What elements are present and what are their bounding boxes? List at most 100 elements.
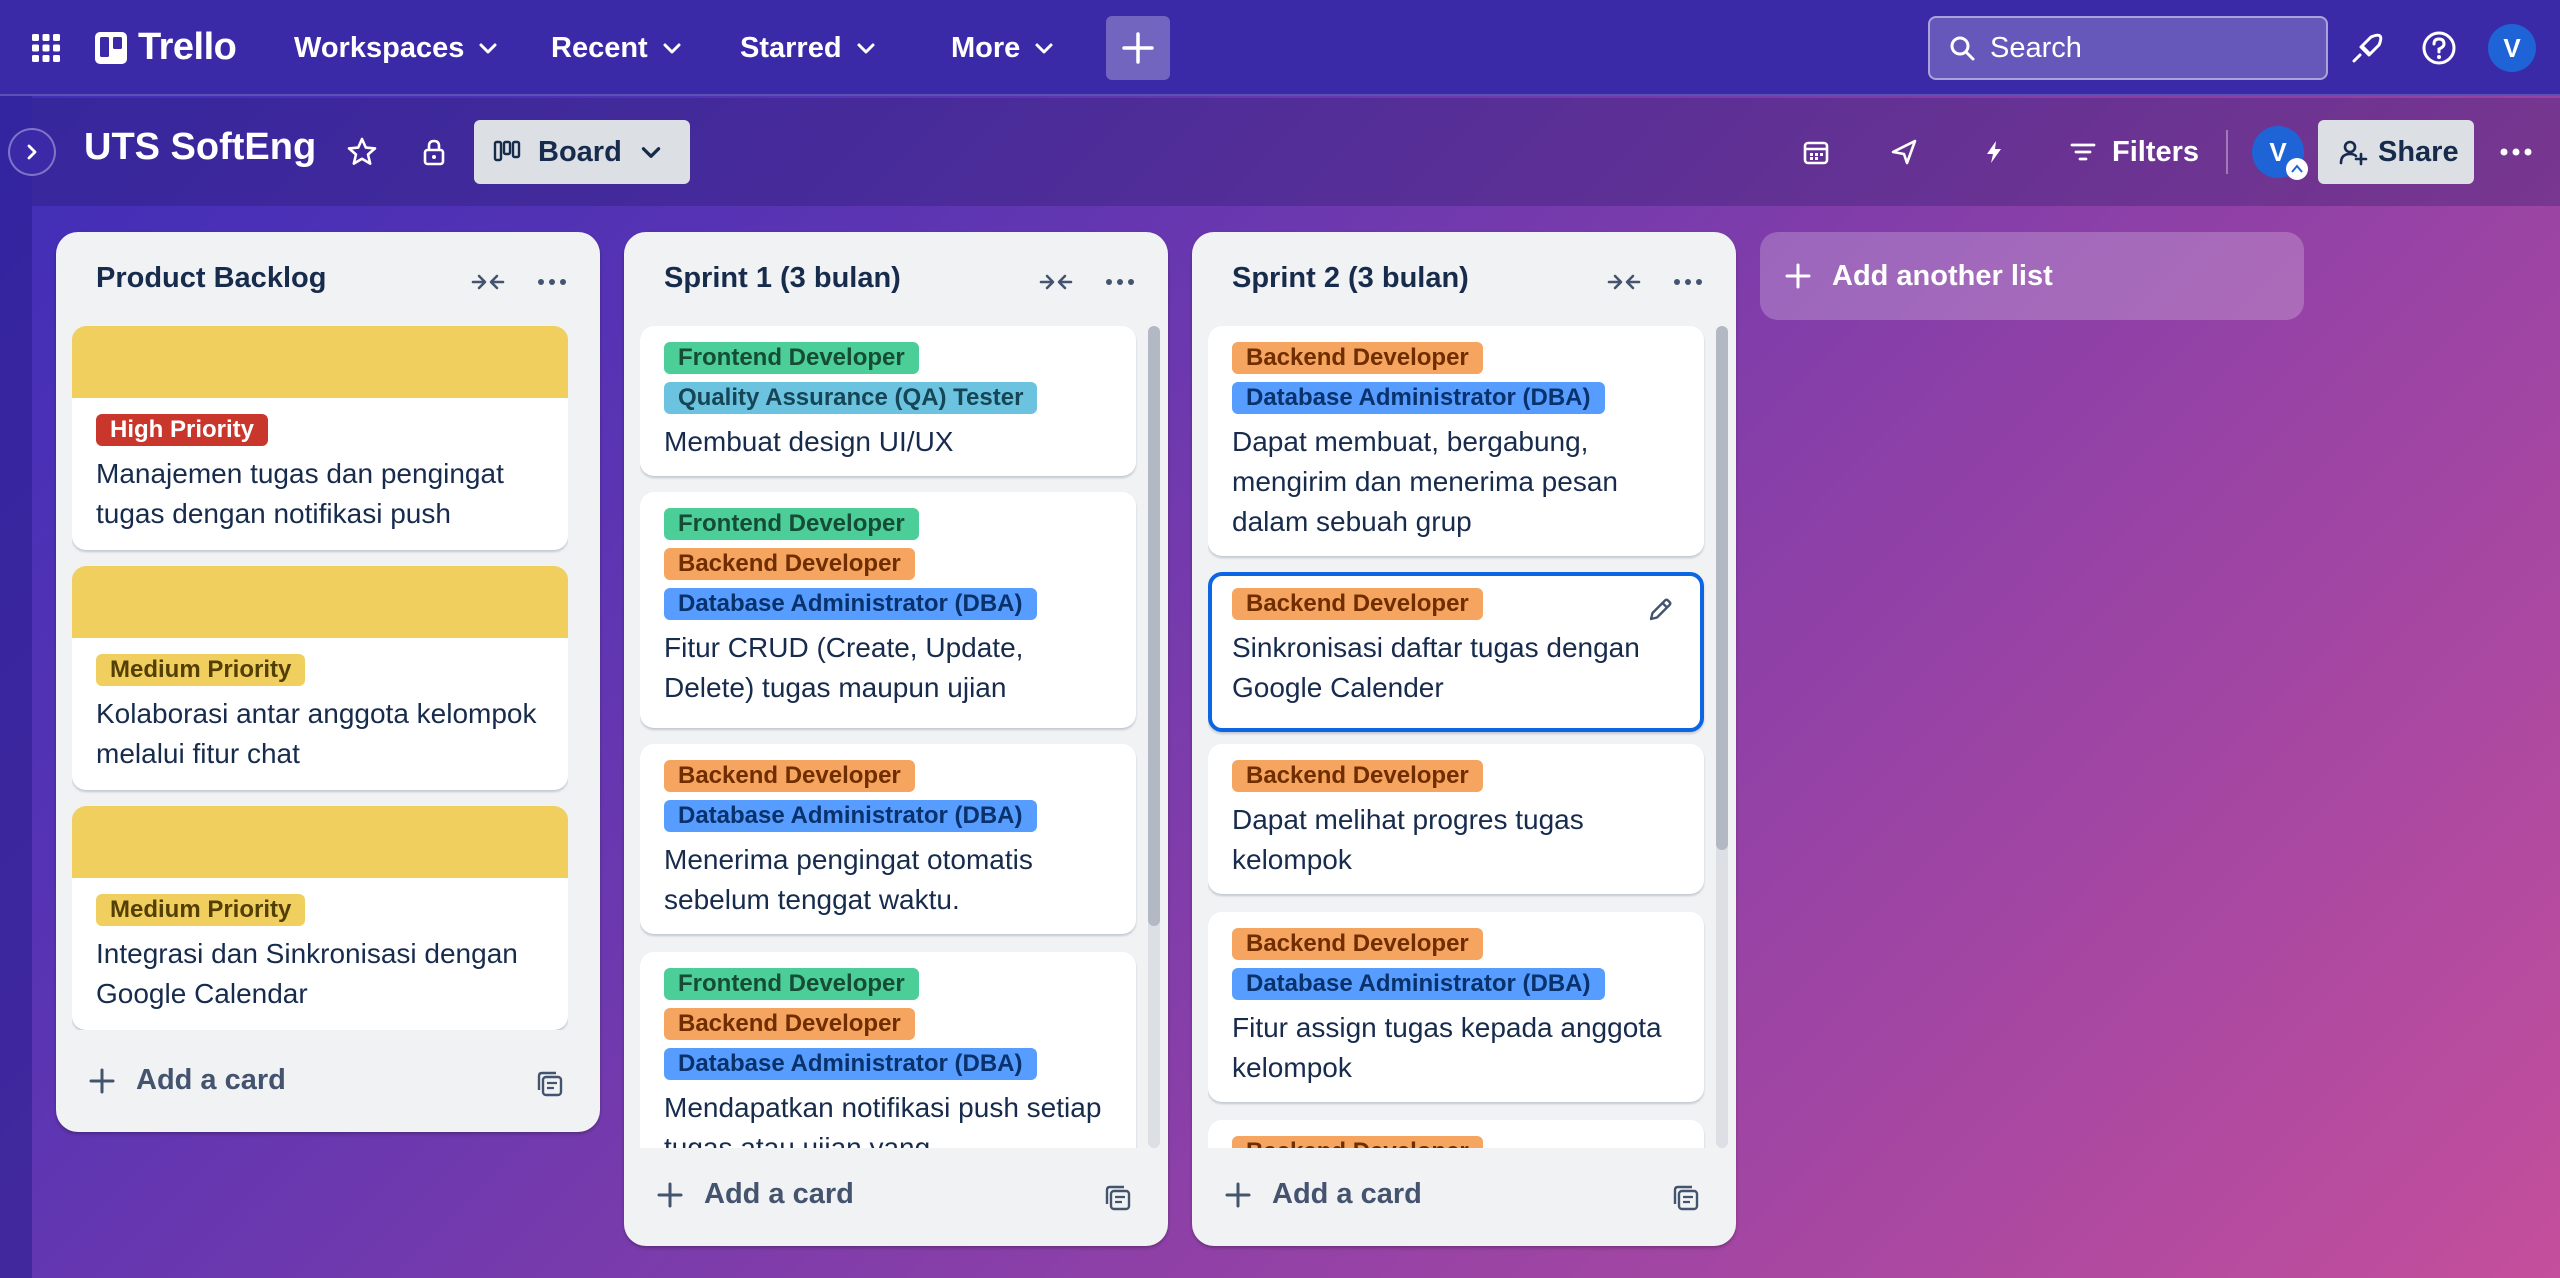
card-template-icon[interactable] [1672, 1184, 1708, 1220]
add-another-list-button[interactable]: Add another list [1760, 232, 2304, 320]
trello-logo-icon [95, 31, 127, 64]
card[interactable]: Backend Developer Dapat melihat progres … [1208, 744, 1704, 894]
label-database-administrator[interactable]: Database Administrator (DBA) [1232, 382, 1605, 414]
expand-sidebar-button[interactable] [8, 128, 56, 176]
search-input[interactable] [1990, 31, 2290, 65]
add-card-button[interactable]: Add a card [1224, 1178, 1422, 1211]
card[interactable]: Medium Priority Integrasi dan Sinkronisa… [72, 806, 568, 1030]
list-title[interactable]: Sprint 1 (3 bulan) [664, 262, 901, 295]
list-actions-icon[interactable] [1100, 262, 1140, 302]
scrollbar-thumb[interactable] [1716, 326, 1728, 850]
label-qa-tester[interactable]: Quality Assurance (QA) Tester [664, 382, 1038, 414]
help-icon[interactable] [2419, 28, 2459, 68]
label-backend-developer[interactable]: Backend Developer [1232, 928, 1483, 960]
chevron-down-icon [479, 43, 497, 54]
label-database-administrator[interactable]: Database Administrator (DBA) [664, 800, 1037, 832]
card-title: Membuat design UI/UX [664, 426, 954, 457]
collapse-list-icon[interactable] [468, 262, 508, 302]
plus-icon [89, 1068, 115, 1093]
card-selected[interactable]: Backend Developer Sinkronisasi daftar tu… [1208, 572, 1704, 732]
board-view-switcher[interactable]: Board [474, 120, 690, 184]
recent-label: Recent [551, 31, 648, 64]
card-template-icon[interactable] [536, 1070, 572, 1106]
filters-button[interactable]: Filters [2068, 124, 2199, 180]
label-high-priority[interactable]: High Priority [96, 414, 269, 446]
label-backend-developer[interactable]: Backend Developer [1232, 588, 1483, 620]
board-menu-icon[interactable] [2496, 132, 2536, 172]
plus-icon [1785, 263, 1811, 289]
power-ups-icon[interactable] [1884, 132, 1924, 172]
header-divider [2226, 130, 2228, 174]
card[interactable]: Backend Developer Database Administrator… [1208, 912, 1704, 1102]
calendar-powerup-icon[interactable] [1796, 132, 1836, 172]
plus-icon [1122, 32, 1154, 64]
plus-icon [1225, 1182, 1251, 1207]
card[interactable]: Medium Priority Kolaborasi antar anggota… [72, 566, 568, 790]
label-database-administrator[interactable]: Database Administrator (DBA) [664, 1048, 1037, 1080]
card[interactable]: Backend Developer Database Administrator… [640, 744, 1136, 934]
label-medium-priority[interactable]: Medium Priority [96, 654, 306, 686]
card[interactable]: Frontend Developer Backend Developer Dat… [640, 952, 1136, 1148]
board-view-icon [493, 140, 521, 162]
filters-label: Filters [2112, 135, 2200, 168]
card-cover [72, 326, 568, 398]
label-medium-priority[interactable]: Medium Priority [96, 894, 306, 926]
list-scrollbar[interactable] [1716, 326, 1728, 1148]
add-card-button[interactable]: Add a card [88, 1064, 286, 1097]
add-card-label: Add a card [704, 1178, 854, 1210]
card-cover [72, 566, 568, 638]
list-title[interactable]: Product Backlog [96, 262, 326, 295]
add-card-button[interactable]: Add a card [656, 1178, 854, 1211]
label-backend-developer[interactable]: Backend Developer [1232, 760, 1483, 792]
label-database-administrator[interactable]: Database Administrator (DBA) [1232, 968, 1605, 1000]
edit-pencil-icon[interactable] [1646, 596, 1678, 628]
more-menu[interactable]: More [951, 24, 1056, 72]
starred-menu[interactable]: Starred [740, 24, 878, 72]
create-button[interactable] [1106, 16, 1170, 80]
label-frontend-developer[interactable]: Frontend Developer [664, 342, 919, 374]
list-actions-icon[interactable] [532, 262, 572, 302]
search-box[interactable] [1928, 16, 2328, 80]
notifications-icon[interactable] [2348, 28, 2388, 68]
card-cover [72, 806, 568, 878]
share-button[interactable]: Share [2318, 120, 2474, 184]
app-switcher-icon[interactable] [30, 32, 62, 64]
card-title: Fitur assign tugas kepada anggota kelomp… [1232, 1012, 1662, 1083]
star-icon[interactable] [342, 132, 382, 172]
label-backend-developer[interactable]: Backend Developer [1232, 1136, 1483, 1148]
card[interactable]: Backend Developer Database Administrator… [1208, 326, 1704, 556]
visibility-lock-icon[interactable] [414, 132, 454, 172]
scrollbar-thumb[interactable] [1148, 326, 1160, 926]
workspaces-menu[interactable]: Workspaces [294, 24, 500, 72]
board-title[interactable]: UTS SoftEng [84, 126, 316, 169]
trello-logo[interactable]: Trello [94, 26, 237, 69]
card[interactable]: Backend Developer [1208, 1120, 1704, 1148]
chevron-down-icon [663, 43, 681, 54]
list-title[interactable]: Sprint 2 (3 bulan) [1232, 262, 1469, 295]
board-view-label: Board [538, 135, 622, 168]
card-title: Menerima pengingat otomatis sebelum teng… [664, 844, 1033, 915]
list-product-backlog: Product Backlog High Priority Manajemen … [56, 232, 600, 1132]
chevron-down-icon [1035, 43, 1053, 54]
collapse-list-icon[interactable] [1036, 262, 1076, 302]
label-backend-developer[interactable]: Backend Developer [664, 1008, 915, 1040]
label-backend-developer[interactable]: Backend Developer [664, 760, 915, 792]
recent-menu[interactable]: Recent [551, 24, 684, 72]
label-database-administrator[interactable]: Database Administrator (DBA) [664, 588, 1037, 620]
account-avatar[interactable]: V [2488, 24, 2536, 72]
card[interactable]: High Priority Manajemen tugas dan pengin… [72, 326, 568, 550]
top-navigation-bar: Trello Workspaces Recent Starred More V [0, 0, 2560, 96]
label-frontend-developer[interactable]: Frontend Developer [664, 968, 919, 1000]
collapse-list-icon[interactable] [1604, 262, 1644, 302]
card[interactable]: Frontend Developer Backend Developer Dat… [640, 492, 1136, 728]
chevron-down-icon [857, 43, 875, 54]
label-frontend-developer[interactable]: Frontend Developer [664, 508, 919, 540]
label-backend-developer[interactable]: Backend Developer [1232, 342, 1483, 374]
label-backend-developer[interactable]: Backend Developer [664, 548, 915, 580]
automation-icon[interactable] [1974, 132, 2014, 172]
list-actions-icon[interactable] [1668, 262, 1708, 302]
card[interactable]: Frontend Developer Quality Assurance (QA… [640, 326, 1136, 476]
list-scrollbar[interactable] [1148, 326, 1160, 1148]
list-sprint-2: Sprint 2 (3 bulan) Backend Developer Dat… [1192, 232, 1736, 1246]
card-template-icon[interactable] [1104, 1184, 1140, 1220]
